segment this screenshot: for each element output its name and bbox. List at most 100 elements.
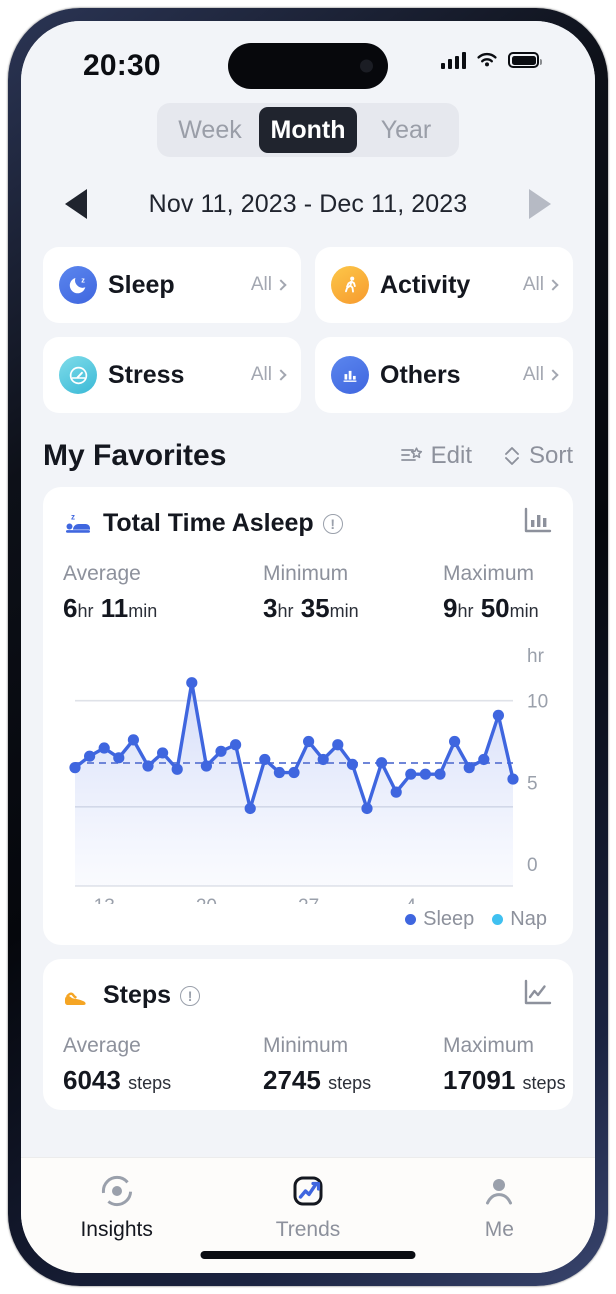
category-all-label: All — [522, 364, 544, 385]
stat-minimum: Minimum 2745 steps — [263, 1034, 443, 1096]
person-icon — [486, 1179, 513, 1205]
svg-text:27: 27 — [298, 896, 319, 904]
battery-icon — [508, 52, 542, 68]
svg-text:0: 0 — [527, 855, 538, 876]
stat-average: Average 6hr 11min — [63, 562, 263, 624]
stat-value: 17091 steps — [443, 1065, 566, 1096]
card-header: Steps ! — [63, 979, 553, 1012]
segment-week[interactable]: Week — [161, 107, 259, 153]
stat-label: Maximum — [443, 1034, 535, 1057]
info-exclamation-icon[interactable]: ! — [180, 985, 201, 1006]
card-steps[interactable]: Steps ! Average 6043 steps Minimum 2745 … — [43, 959, 573, 1110]
home-indicator — [200, 1251, 416, 1259]
chevron-right-icon — [275, 369, 287, 381]
chevron-right-icon — [547, 279, 559, 291]
bed-sleep-icon: z — [66, 512, 90, 533]
svg-text:hr: hr — [527, 646, 545, 667]
stat-hours: 9 — [443, 593, 458, 623]
sort-label: Sort — [528, 442, 573, 469]
segment-month[interactable]: Month — [259, 107, 357, 153]
stat-minutes: 11 — [100, 593, 129, 623]
status-indicators — [440, 51, 542, 69]
stat-hours-unit: hr — [457, 601, 474, 621]
category-label-stress: Stress — [108, 360, 185, 389]
stat-unit: steps — [522, 1073, 566, 1093]
favorites-header: My Favorites Edit Sort — [21, 413, 595, 473]
svg-text:z: z — [81, 275, 85, 284]
stat-minutes: 50 — [480, 593, 510, 623]
stat-average: Average 6043 steps — [63, 1034, 263, 1096]
dynamic-island — [228, 43, 388, 89]
category-all-label: All — [522, 274, 544, 295]
category-label-activity: Activity — [380, 270, 471, 299]
edit-label: Edit — [430, 442, 472, 469]
category-all-sleep[interactable]: All — [250, 274, 287, 296]
stat-minutes-unit: min — [329, 601, 359, 621]
stat-hours-unit: hr — [277, 601, 294, 621]
stat-number: 2745 — [263, 1065, 321, 1095]
page-title: My Favorites — [43, 439, 227, 472]
bar-chart-icon — [331, 356, 369, 394]
triangle-left-icon[interactable] — [65, 189, 87, 219]
sort-updown-icon — [505, 447, 519, 465]
edit-button[interactable]: Edit — [400, 442, 472, 470]
info-exclamation-icon[interactable]: ! — [322, 513, 343, 534]
gauge-icon — [59, 356, 97, 394]
running-person-icon — [331, 266, 369, 304]
segment-year[interactable]: Year — [357, 107, 455, 153]
stat-value: 6hr 11min — [63, 593, 263, 624]
chevron-right-icon — [547, 369, 559, 381]
tab-label-insights: Insights — [80, 1218, 153, 1241]
svg-text:10: 10 — [527, 692, 548, 713]
category-label-sleep: Sleep — [108, 270, 175, 299]
sort-button[interactable]: Sort — [502, 442, 573, 470]
svg-text:5: 5 — [527, 773, 538, 794]
date-navigation: Nov 11, 2023 - Dec 11, 2023 — [21, 173, 595, 235]
tab-trends[interactable]: Trends — [212, 1174, 403, 1242]
period-segmented-control: Week Month Year — [21, 103, 595, 157]
category-all-activity[interactable]: All — [522, 274, 559, 296]
date-range-label: Nov 11, 2023 - Dec 11, 2023 — [148, 189, 468, 218]
stat-value: 2745 steps — [263, 1065, 443, 1096]
stat-minutes-unit: min — [128, 601, 158, 621]
svg-text:z: z — [71, 512, 75, 521]
steps-stats: Average 6043 steps Minimum 2745 steps Ma… — [63, 1034, 566, 1096]
legend-dot-sleep — [405, 914, 417, 925]
stat-minutes: 35 — [300, 593, 330, 623]
phone-screen: 20:30 Week Month Year Nov 11, 2023 - Dec… — [21, 21, 595, 1273]
legend-label-sleep: Sleep — [423, 908, 475, 930]
status-bar: 20:30 — [21, 21, 595, 99]
stat-number: 6043 — [63, 1065, 121, 1095]
category-card-stress[interactable]: Stress All — [43, 337, 301, 413]
stat-hours: 3 — [263, 593, 278, 623]
line-chart-toggle-icon[interactable] — [523, 979, 553, 1012]
favorites-actions: Edit Sort — [400, 442, 573, 470]
triangle-right-icon[interactable] — [529, 189, 551, 219]
card-total-time-asleep[interactable]: z Total Time Asleep ! Average 6hr 11min … — [43, 487, 573, 945]
legend-dot-nap — [492, 914, 504, 925]
category-grid: z Sleep All Activity All Stress All Othe… — [21, 235, 595, 413]
legend-label-nap: Nap — [510, 908, 547, 930]
stat-value: 3hr 35min — [263, 593, 443, 624]
svg-text:20: 20 — [196, 896, 217, 904]
category-all-stress[interactable]: All — [251, 364, 287, 386]
shoe-icon — [65, 991, 86, 1005]
category-all-others[interactable]: All — [522, 364, 559, 386]
category-card-sleep[interactable]: z Sleep All — [43, 247, 301, 323]
chart-canvas: hr 0 5 10 13 20 27 4 — [69, 646, 548, 904]
stat-label: Average — [63, 1034, 141, 1057]
tab-insights[interactable]: Insights — [21, 1174, 212, 1242]
wifi-icon — [477, 52, 497, 67]
tab-me[interactable]: Me — [404, 1174, 595, 1242]
bar-chart-toggle-icon[interactable] — [523, 507, 553, 540]
metric-cards: z Total Time Asleep ! Average 6hr 11min … — [21, 473, 595, 1110]
category-card-activity[interactable]: Activity All — [315, 247, 573, 323]
category-all-label: All — [250, 274, 272, 295]
stat-label: Minimum — [263, 562, 349, 585]
stat-value: 6043 steps — [63, 1065, 263, 1096]
card-header: z Total Time Asleep ! — [63, 507, 553, 540]
category-card-others[interactable]: Others All — [315, 337, 573, 413]
sleep-line-chart[interactable]: hr 0 5 10 13 20 27 4 — [63, 642, 553, 904]
phone-frame: 20:30 Week Month Year Nov 11, 2023 - Dec… — [8, 8, 608, 1286]
status-time: 20:30 — [83, 49, 161, 82]
